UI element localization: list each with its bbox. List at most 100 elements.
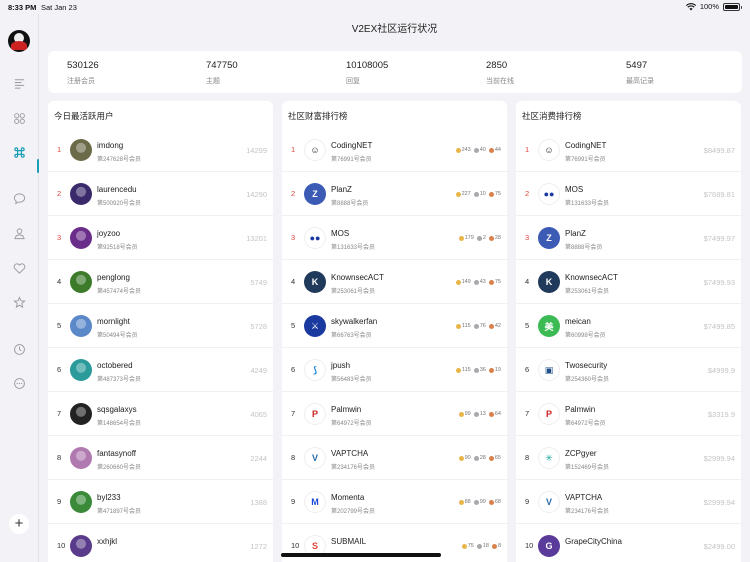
ranking-row[interactable]: 6 octobered 第487373号会员 4249 — [48, 348, 273, 392]
star-icon[interactable] — [11, 294, 27, 310]
ranking-row[interactable]: 3 ●● MOS 第131633号会员 179 2 28 — [282, 216, 507, 260]
avatar: ☺ — [538, 139, 560, 161]
username[interactable]: KnownsecACT — [565, 273, 618, 282]
member-number: 第92518号会员 — [97, 245, 138, 251]
username[interactable]: KnownsecACT — [331, 273, 384, 282]
ranking-value: 14299 — [246, 146, 267, 155]
ranking-row[interactable]: 9 V VAPTCHA 第234176号会员 $2999.94 — [516, 480, 741, 524]
username[interactable]: SUBMAIL — [331, 537, 366, 546]
gold-count: 90 — [464, 455, 471, 461]
bronze-coin-icon — [491, 543, 497, 549]
avatar: ⚔ — [304, 315, 326, 337]
bronze-count: 44 — [494, 147, 501, 153]
add-button[interactable]: + — [9, 514, 29, 534]
username[interactable]: laurencedu — [97, 185, 137, 194]
ranking-row[interactable]: 2 laurencedu 第500920号会员 14290 — [48, 172, 273, 216]
avatar — [70, 227, 92, 249]
gold-coin-icon — [458, 455, 464, 461]
avatar: ▣ — [538, 359, 560, 381]
avatar — [70, 403, 92, 425]
ranking-row[interactable]: 7 P Palmwin 第64972号会员 $3319.9 — [516, 392, 741, 436]
username[interactable]: Twosecurity — [565, 361, 607, 370]
username[interactable]: VAPTCHA — [331, 449, 368, 458]
ranking-row[interactable]: 2 ●● MOS 第131633号会员 $7689.81 — [516, 172, 741, 216]
command-icon[interactable] — [11, 144, 27, 160]
ranking-row[interactable]: 1 imdong 第247628号会员 14299 — [48, 128, 273, 172]
ranking-row[interactable]: 4 penglong 第457474号会员 5749 — [48, 260, 273, 304]
silver-count: 40 — [479, 147, 486, 153]
more-circle-icon[interactable] — [11, 375, 27, 391]
username[interactable]: PlanZ — [565, 229, 586, 238]
username[interactable]: skywalkerfan — [331, 317, 377, 326]
grid-icon[interactable] — [11, 110, 27, 126]
username[interactable]: imdong — [97, 141, 123, 150]
ranking-row[interactable]: 6 ⟆ jpush 第56483号会员 115 36 19 — [282, 348, 507, 392]
ranking-row[interactable]: 9 M Momenta 第202799号会员 88 99 68 — [282, 480, 507, 524]
member-number: 第8888号会员 — [565, 245, 603, 251]
username[interactable]: Momenta — [331, 493, 364, 502]
username[interactable]: joyzoo — [97, 229, 120, 238]
username[interactable]: fantasynoff — [97, 449, 136, 458]
username[interactable]: PlanZ — [331, 185, 352, 194]
username[interactable]: xxhjkl — [97, 537, 117, 546]
rank-number: 1 — [57, 145, 62, 154]
ranking-row[interactable]: 10 xxhjkl 1272 — [48, 524, 273, 562]
username[interactable]: VAPTCHA — [565, 493, 602, 502]
list-icon[interactable] — [11, 75, 27, 91]
username[interactable]: byl233 — [97, 493, 121, 502]
silver-coin-icon — [473, 367, 479, 373]
ranking-row[interactable]: 4 K KnownsecACT 第253061号会员 149 43 75 — [282, 260, 507, 304]
avatar: ✳ — [538, 447, 560, 469]
gold-coin-icon — [455, 323, 461, 329]
ranking-row[interactable]: 10 G GrapeCityChina $2499.00 — [516, 524, 741, 562]
bronze-count: 65 — [494, 455, 501, 461]
username[interactable]: jpush — [331, 361, 350, 370]
username[interactable]: GrapeCityChina — [565, 537, 622, 546]
person-icon[interactable] — [11, 225, 27, 241]
bronze-coin-icon — [488, 455, 494, 461]
user-avatar[interactable] — [8, 30, 30, 52]
ranking-row[interactable]: 5 ⚔ skywalkerfan 第66763号会员 115 76 42 — [282, 304, 507, 348]
username[interactable]: meican — [565, 317, 591, 326]
silver-coins: 40 — [473, 147, 486, 153]
username[interactable]: penglong — [97, 273, 130, 282]
ranking-row[interactable]: 7 sqsgalaxys 第148654号会员 4065 — [48, 392, 273, 436]
username[interactable]: Palmwin — [331, 405, 361, 414]
ranking-row[interactable]: 5 美 meican 第60998号会员 $7499.85 — [516, 304, 741, 348]
ranking-row[interactable]: 3 Z PlanZ 第8888号会员 $7499.97 — [516, 216, 741, 260]
clock-icon[interactable] — [11, 341, 27, 357]
ranking-row[interactable]: 2 Z PlanZ 第8888号会员 227 10 75 — [282, 172, 507, 216]
ranking-row[interactable]: 7 P Palmwin 第64972号会员 99 13 64 — [282, 392, 507, 436]
bronze-coins: 28 — [488, 235, 501, 241]
ranking-row[interactable]: 1 ☺ CodingNET 第76991号会员 $8499.87 — [516, 128, 741, 172]
gold-count: 179 — [464, 235, 474, 241]
username[interactable]: MOS — [565, 185, 583, 194]
ranking-row[interactable]: 3 joyzoo 第92518号会员 13201 — [48, 216, 273, 260]
ranking-row[interactable]: 6 ▣ Twosecurity 第254360号会员 $4999.9 — [516, 348, 741, 392]
ranking-row[interactable]: 8 V VAPTCHA 第234176号会员 90 28 65 — [282, 436, 507, 480]
ranking-row[interactable]: 5 mornlight 第50494号会员 5728 — [48, 304, 273, 348]
silver-coin-icon — [473, 191, 479, 197]
ranking-row[interactable]: 9 byl233 第471897号会员 1388 — [48, 480, 273, 524]
ranking-row[interactable]: 4 K KnownsecACT 第253061号会员 $7499.93 — [516, 260, 741, 304]
heart-icon[interactable] — [11, 260, 27, 276]
bronze-coin-icon — [488, 323, 494, 329]
username[interactable]: mornlight — [97, 317, 130, 326]
chat-bubble-icon[interactable] — [11, 190, 27, 206]
username[interactable]: CodingNET — [331, 141, 372, 150]
member-number: 第202799号会员 — [331, 509, 376, 515]
username[interactable]: ZCPgyer — [565, 449, 597, 458]
bronze-coins: 44 — [488, 147, 501, 153]
ranking-row[interactable]: 1 ☺ CodingNET 第76991号会员 243 40 44 — [282, 128, 507, 172]
ranking-row[interactable]: 8 fantasynoff 第260660号会员 2244 — [48, 436, 273, 480]
username[interactable]: sqsgalaxys — [97, 405, 137, 414]
username[interactable]: MOS — [331, 229, 349, 238]
username[interactable]: CodingNET — [565, 141, 606, 150]
silver-count: 13 — [479, 411, 486, 417]
ranking-row[interactable]: 8 ✳ ZCPgyer 第152469号会员 $2999.94 — [516, 436, 741, 480]
member-number: 第131633号会员 — [565, 201, 610, 207]
gold-count: 227 — [461, 191, 471, 197]
username[interactable]: octobered — [97, 361, 133, 370]
username[interactable]: Palmwin — [565, 405, 595, 414]
coin-balance: 179 2 28 — [458, 235, 501, 241]
